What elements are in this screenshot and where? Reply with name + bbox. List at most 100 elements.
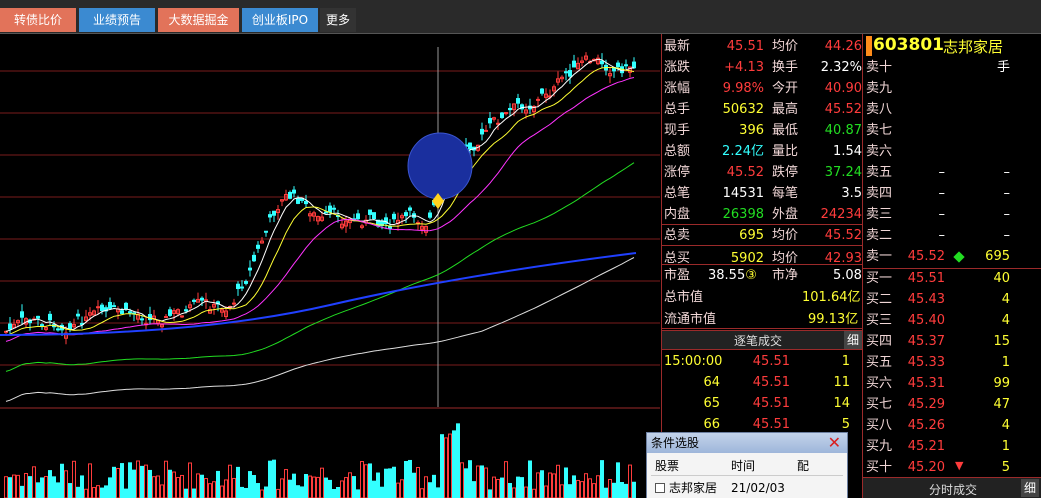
candle-body — [140, 318, 144, 321]
volume-bar — [276, 488, 280, 498]
pe-badge: ③ — [745, 268, 757, 283]
volume-bar — [372, 480, 376, 498]
volume-bar — [536, 472, 540, 498]
tab-gem-ipo[interactable]: 创业板IPO — [242, 8, 318, 32]
volume-bar — [504, 461, 508, 498]
stock-icon — [655, 483, 665, 493]
candle-body — [124, 302, 128, 310]
volume-bar — [92, 487, 96, 498]
mcap-value: 101.64亿 — [802, 290, 861, 305]
volume-bar — [608, 479, 612, 498]
quote-label: 均价 — [772, 39, 799, 54]
popup-row[interactable]: 志邦家居 21/02/03 — [651, 478, 843, 498]
volume-bar — [388, 468, 392, 498]
stock-code: 603801 — [873, 35, 944, 55]
quote-label: 涨幅 — [664, 81, 691, 96]
volume-bar — [20, 485, 24, 498]
candle-body — [632, 61, 636, 69]
tab-earnings-forecast[interactable]: 业绩预告 — [79, 8, 155, 32]
volume-bar — [632, 481, 636, 498]
bid-volume: 4 — [1001, 313, 1010, 328]
ask-label: 卖七 — [866, 123, 893, 138]
volume-bar — [624, 483, 628, 498]
volume-bar — [324, 477, 328, 498]
candle-body — [128, 311, 132, 314]
ask-label: 卖一 — [866, 249, 893, 264]
tick-detail-button[interactable]: 细 — [1021, 479, 1039, 497]
volume-bar — [520, 477, 524, 498]
ask-label: 卖十 — [866, 60, 893, 75]
ask-price: – — [938, 165, 946, 180]
volume-bar — [248, 471, 252, 498]
panel-divider — [661, 34, 662, 498]
candle-body — [40, 324, 44, 327]
col-stock[interactable]: 股票 — [655, 456, 679, 476]
volume-bar — [212, 481, 216, 498]
bid-price: 45.40 — [907, 313, 945, 328]
volume-bar — [296, 485, 300, 498]
candle-body — [268, 214, 272, 218]
volume-bar — [508, 482, 512, 498]
candle-body — [508, 107, 512, 111]
candle-body — [252, 254, 256, 262]
tab-convertible-bond[interactable]: 转债比价 — [0, 8, 76, 32]
ma20-line — [5, 77, 635, 342]
volume-bar — [516, 476, 520, 498]
ask-volume: 695 — [985, 249, 1010, 264]
volume-bar — [392, 466, 396, 498]
volume-bar — [164, 460, 168, 498]
candle-body — [372, 212, 376, 220]
ask-volume — [972, 141, 1010, 162]
col-config[interactable]: 配 — [797, 456, 809, 476]
bid-label: 买六 — [866, 376, 893, 391]
trade-list-title: 逐笔成交 — [734, 334, 783, 348]
sell-arrow-icon: ▼ — [955, 459, 964, 472]
ma120-line — [5, 257, 635, 402]
volume-bar — [556, 464, 560, 498]
volume-bar — [476, 465, 480, 498]
pe-value: 38.55③ — [708, 268, 757, 283]
quote-label: 最低 — [772, 123, 799, 138]
quote-label: 涨停 — [664, 165, 691, 180]
volume-bar — [320, 467, 324, 498]
volume-bar — [288, 479, 292, 498]
volume-bar — [232, 477, 236, 498]
row-stock-name: 志邦家居 — [669, 481, 718, 495]
bid-label: 买一 — [866, 271, 893, 286]
ask-volume: – — [1003, 165, 1011, 180]
volume-bar — [576, 479, 580, 498]
trade-detail-button[interactable]: 细 — [844, 331, 862, 349]
volume-bar — [28, 476, 32, 498]
quote-separator — [662, 245, 862, 246]
volume-bar — [80, 475, 84, 498]
candle-body — [468, 142, 472, 150]
col-time[interactable]: 时间 — [731, 456, 755, 476]
candle-body — [264, 230, 268, 233]
kline-chart[interactable] — [0, 35, 660, 498]
ask-price: – — [938, 186, 946, 201]
volume-bar — [436, 487, 440, 498]
quote-value: 45.52 — [726, 165, 764, 180]
volume-bar — [512, 487, 516, 498]
bid-volume: 47 — [993, 397, 1010, 412]
tab-big-data[interactable]: 大数据掘金 — [158, 8, 239, 32]
ma10-line — [5, 66, 635, 336]
close-icon[interactable]: ✕ — [828, 433, 841, 453]
quote-label: 最新 — [664, 39, 691, 54]
ask-price — [905, 57, 945, 78]
volume-bar — [112, 466, 116, 498]
ask-label: 卖六 — [866, 144, 893, 159]
volume-bar — [424, 476, 428, 498]
volume-bar — [432, 474, 436, 498]
tab-more[interactable]: 更多 — [320, 8, 356, 32]
ask-label: 卖五 — [866, 165, 893, 180]
volume-bar — [444, 437, 448, 498]
volume-bar — [304, 474, 308, 498]
candle-body — [404, 212, 408, 217]
candle-body — [164, 316, 168, 319]
ask-price: – — [938, 228, 946, 243]
quote-separator — [662, 264, 862, 265]
ask-label: 卖八 — [866, 102, 893, 117]
bid-volume: 1 — [1001, 355, 1010, 370]
highlight-circle — [407, 132, 473, 200]
